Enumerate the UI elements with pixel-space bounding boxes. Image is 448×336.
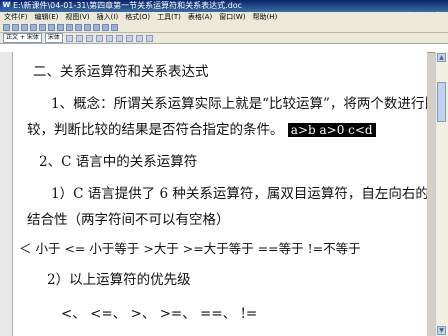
- menu-window[interactable]: 窗口(W): [219, 12, 245, 23]
- menu-help[interactable]: 帮助(H): [253, 12, 278, 23]
- menu-bar: 文件(F) 编辑(E) 视图(V) 插入(I) 格式(O) 工具(T) 表格(A…: [0, 12, 448, 23]
- doc-heading: 二、关系运算符和关系表达式: [33, 64, 209, 80]
- print-preview-icon[interactable]: [39, 24, 46, 31]
- undo-icon[interactable]: [84, 24, 91, 31]
- scroll-down-icon[interactable]: ▼: [437, 326, 446, 335]
- bullets-icon[interactable]: [135, 34, 143, 42]
- menu-table[interactable]: 表格(A): [188, 12, 212, 23]
- menu-tools[interactable]: 工具(T): [157, 12, 181, 23]
- title-bar: W E:\新课件\04-01-31\第四章第一节关系运算符和关系表达式.doc: [0, 0, 448, 12]
- doc-item-1-line-2: 结合性（两字符间不可以有空格）: [27, 212, 230, 228]
- print-icon[interactable]: [30, 24, 37, 31]
- menu-view[interactable]: 视图(V): [65, 12, 89, 23]
- drawing-icon[interactable]: [111, 24, 118, 31]
- open-folder-icon[interactable]: [12, 24, 19, 31]
- selected-examples[interactable]: a>b a>0 c<d: [287, 123, 376, 137]
- style-select[interactable]: 正文 + 宋体: [3, 33, 42, 43]
- vertical-scrollbar[interactable]: ▲ ▼: [435, 52, 448, 336]
- insert-table-icon[interactable]: [102, 24, 109, 31]
- paste-icon[interactable]: [75, 24, 82, 31]
- doc-precedence-list: <、 <=、 >、 >=、 ==、 !=: [61, 306, 258, 322]
- scroll-thumb[interactable]: [437, 82, 446, 122]
- word-app-icon: W: [2, 1, 11, 10]
- align-right-icon[interactable]: [115, 34, 123, 42]
- doc-concept-line-2: 较，判断比较的结果是否符合指定的条件。 a>b a>0 c<d: [27, 118, 376, 138]
- redo-icon[interactable]: [93, 24, 100, 31]
- align-center-icon[interactable]: [105, 34, 113, 42]
- menu-insert[interactable]: 插入(I): [97, 12, 119, 23]
- standard-toolbar: [0, 23, 448, 33]
- window-title: E:\新课件\04-01-31\第四章第一节关系运算符和关系表达式.doc: [13, 1, 243, 10]
- underline-icon[interactable]: [85, 34, 93, 42]
- scroll-up-icon[interactable]: ▲: [437, 53, 446, 62]
- save-icon[interactable]: [21, 24, 28, 31]
- menu-format[interactable]: 格式(O): [125, 12, 150, 23]
- doc-item-1-line-1: 1）C 语言提供了 6 种关系运算符，属双目运算符，自左向右的: [51, 186, 427, 202]
- formatting-toolbar: 正文 + 宋体 宋体: [0, 33, 448, 44]
- italic-icon[interactable]: [75, 34, 83, 42]
- font-color-icon[interactable]: [145, 34, 153, 42]
- menu-file[interactable]: 文件(F): [4, 12, 28, 23]
- align-left-icon[interactable]: [95, 34, 103, 42]
- doc-item-2: 2）以上运算符的优先级: [47, 272, 191, 288]
- document-page[interactable]: 二、关系运算符和关系表达式 1、概念：所谓关系运算实际上就是“比较运算”，将两个…: [13, 52, 427, 336]
- doc-operators-list: ＜ 小于 <= 小于等于 >大于 >=大于等于 ==等于 !=不等于: [19, 241, 361, 256]
- doc-concept-text: 较，判断比较的结果是否符合指定的条件。: [27, 122, 284, 138]
- bold-icon[interactable]: [65, 34, 73, 42]
- doc-section-2: 2、C 语言中的关系运算符: [39, 154, 198, 170]
- numbering-icon[interactable]: [125, 34, 133, 42]
- cut-icon[interactable]: [57, 24, 64, 31]
- doc-concept-line-1: 1、概念：所谓关系运算实际上就是“比较运算”，将两个数进行比: [51, 96, 427, 112]
- spelling-icon[interactable]: [48, 24, 55, 31]
- font-select[interactable]: 宋体: [44, 33, 63, 43]
- menu-edit[interactable]: 编辑(E): [35, 12, 59, 23]
- vertical-ruler[interactable]: [0, 52, 13, 336]
- new-document-icon[interactable]: [3, 24, 10, 31]
- copy-icon[interactable]: [66, 24, 73, 31]
